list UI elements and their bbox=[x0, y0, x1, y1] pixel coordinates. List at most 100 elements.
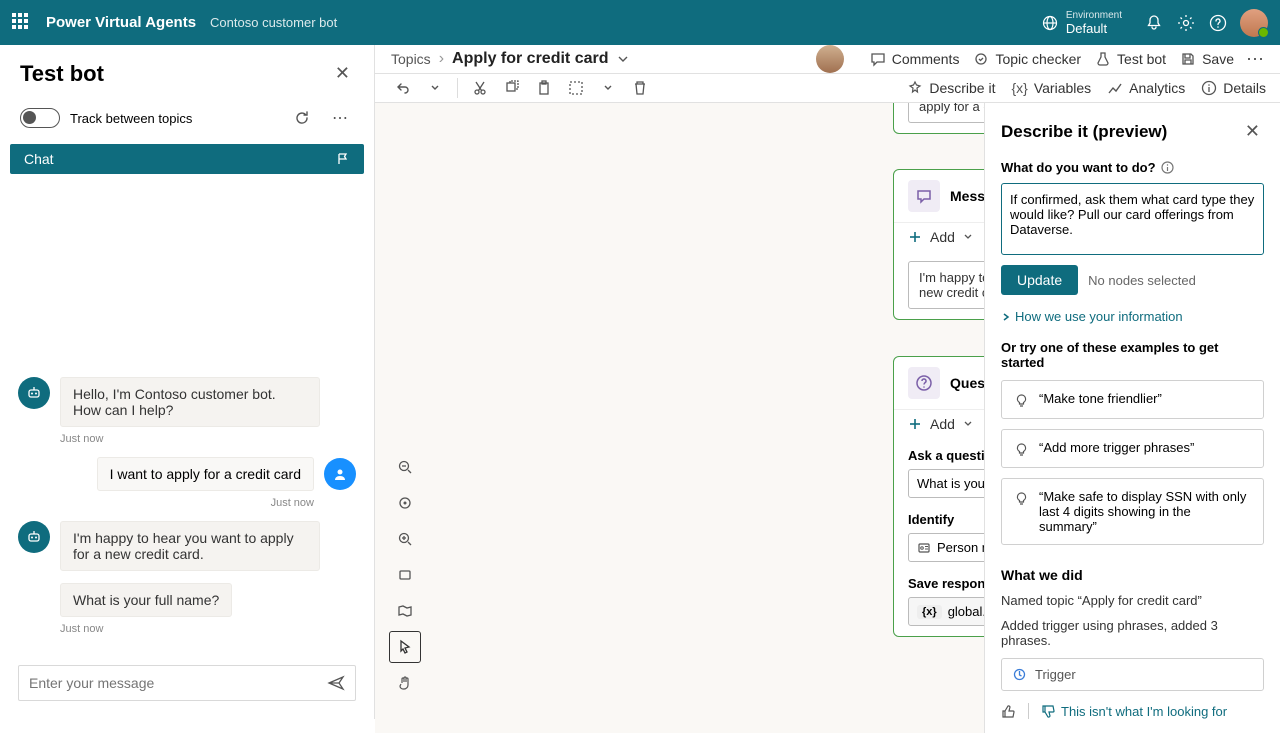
hand-tool-button[interactable] bbox=[389, 667, 421, 699]
identify-selector[interactable]: Person name bbox=[908, 533, 984, 562]
timestamp: Just now bbox=[60, 433, 356, 445]
feedback-no-button[interactable]: This isn't what I'm looking for bbox=[1041, 704, 1227, 719]
close-test-panel-button[interactable]: ✕ bbox=[331, 59, 354, 88]
analytics-button[interactable]: Analytics bbox=[1107, 80, 1185, 96]
details-button[interactable]: Details bbox=[1201, 80, 1266, 96]
message-node[interactable]: Message Text ⋮ Add I'm happy to hear you… bbox=[893, 169, 984, 320]
test-bot-button[interactable]: Test bot bbox=[1095, 51, 1166, 67]
bot-avatar-icon bbox=[18, 521, 50, 553]
notifications-icon[interactable] bbox=[1138, 7, 1170, 39]
delete-button[interactable] bbox=[626, 74, 654, 102]
save-button[interactable]: Save bbox=[1180, 51, 1234, 67]
describe-title: Describe it (preview) bbox=[1001, 122, 1241, 142]
waffle-icon[interactable] bbox=[12, 13, 32, 33]
chat-input[interactable] bbox=[29, 675, 327, 691]
reset-view-button[interactable] bbox=[389, 559, 421, 591]
message-icon bbox=[908, 180, 940, 212]
reset-button[interactable] bbox=[288, 104, 316, 132]
chat-input-row bbox=[18, 665, 356, 701]
prompt-label: What do you want to do? bbox=[1001, 160, 1264, 175]
ask-input[interactable]: What is your full name? bbox=[908, 469, 984, 498]
bot-name[interactable]: Contoso customer bot bbox=[210, 15, 337, 30]
presence-avatar[interactable] bbox=[816, 45, 844, 73]
undo-button[interactable] bbox=[389, 74, 417, 102]
trigger-card[interactable]: Trigger bbox=[1001, 658, 1264, 691]
chat-tab[interactable]: Chat bbox=[10, 144, 364, 174]
user-avatar-icon bbox=[324, 458, 356, 490]
info-link[interactable]: How we use your information bbox=[1001, 309, 1264, 324]
question-node[interactable]: Question Text ⋮ Add Ask a question What … bbox=[893, 356, 984, 637]
timestamp: Just now bbox=[18, 497, 314, 509]
chat-body: Hello, I'm Contoso customer bot. How can… bbox=[0, 174, 374, 657]
canvas-zoom-tools bbox=[389, 451, 421, 699]
update-button[interactable]: Update bbox=[1001, 265, 1078, 295]
zoom-in-button[interactable] bbox=[389, 523, 421, 555]
user-avatar[interactable] bbox=[1240, 9, 1268, 37]
undo-dropdown[interactable] bbox=[421, 74, 449, 102]
trigger-phrase: apply for a credit card bbox=[908, 103, 984, 123]
user-message: I want to apply for a credit card bbox=[97, 457, 314, 491]
app-title: Power Virtual Agents bbox=[46, 14, 196, 31]
example-suggestion[interactable]: “Add more trigger phrases” bbox=[1001, 429, 1264, 468]
environment-label: Environment bbox=[1066, 10, 1122, 22]
trigger-node[interactable]: apply for a credit card bbox=[893, 103, 984, 134]
ask-label: Ask a question bbox=[908, 448, 984, 463]
bot-message: I'm happy to hear you want to apply for … bbox=[60, 521, 320, 571]
flag-icon bbox=[336, 152, 350, 166]
fit-button[interactable] bbox=[389, 487, 421, 519]
describe-textarea[interactable] bbox=[1001, 183, 1264, 255]
topic-dropdown[interactable] bbox=[617, 53, 629, 65]
cut-button[interactable] bbox=[466, 74, 494, 102]
globe-icon bbox=[1042, 15, 1058, 31]
authoring-canvas[interactable]: apply for a credit card Message Text ⋮ A… bbox=[375, 103, 984, 733]
copy-button[interactable] bbox=[498, 74, 526, 102]
track-label: Track between topics bbox=[70, 111, 278, 126]
canvas-area: Topics › Apply for credit card Comments … bbox=[375, 45, 1280, 719]
paste-button[interactable] bbox=[530, 74, 558, 102]
bot-message: What is your full name? bbox=[60, 583, 232, 617]
add-button[interactable]: Add bbox=[894, 409, 984, 438]
describe-it-button[interactable]: Describe it bbox=[907, 80, 995, 96]
save-label: Save response as bbox=[908, 576, 984, 591]
variable-selector[interactable]: {x} global.fullName text bbox=[908, 597, 984, 626]
environment-value: Default bbox=[1066, 22, 1122, 36]
help-icon[interactable] bbox=[1202, 7, 1234, 39]
more-actions-button[interactable]: ⋯ bbox=[1246, 49, 1264, 70]
select-button[interactable] bbox=[562, 74, 590, 102]
what-we-did-title: What we did bbox=[1001, 567, 1264, 583]
no-nodes-label: No nodes selected bbox=[1088, 273, 1196, 288]
send-button[interactable] bbox=[327, 674, 345, 692]
examples-label: Or try one of these examples to get star… bbox=[1001, 340, 1264, 370]
timestamp: Just now bbox=[60, 623, 356, 635]
example-suggestion[interactable]: “Make safe to display SSN with only last… bbox=[1001, 478, 1264, 545]
app-header: Power Virtual Agents Contoso customer bo… bbox=[0, 0, 1280, 45]
comments-button[interactable]: Comments bbox=[870, 51, 960, 67]
did-item: Named topic “Apply for credit card” bbox=[1001, 593, 1264, 608]
track-toggle[interactable] bbox=[20, 108, 60, 128]
pointer-tool-button[interactable] bbox=[389, 631, 421, 663]
variables-button[interactable]: {x}Variables bbox=[1011, 80, 1091, 96]
environment-picker[interactable]: Environment Default bbox=[1042, 10, 1122, 36]
zoom-out-button[interactable] bbox=[389, 451, 421, 483]
did-item: Added trigger using phrases, added 3 phr… bbox=[1001, 618, 1264, 648]
question-icon bbox=[908, 367, 940, 399]
select-dropdown[interactable] bbox=[594, 74, 622, 102]
test-bot-title: Test bot bbox=[20, 61, 331, 87]
canvas-toolbar: Describe it {x}Variables Analytics Detai… bbox=[375, 74, 1280, 103]
settings-icon[interactable] bbox=[1170, 7, 1202, 39]
more-button[interactable]: ⋯ bbox=[326, 104, 354, 132]
example-suggestion[interactable]: “Make tone friendlier” bbox=[1001, 380, 1264, 419]
bot-avatar-icon bbox=[18, 377, 50, 409]
add-button[interactable]: Add bbox=[894, 222, 984, 251]
message-text[interactable]: I'm happy to hear you want to apply for … bbox=[908, 261, 984, 309]
topic-checker-button[interactable]: Topic checker bbox=[973, 51, 1081, 67]
describe-panel: Describe it (preview) ✕ What do you want… bbox=[984, 103, 1280, 733]
identify-label: Identify bbox=[908, 512, 984, 527]
bot-message: Hello, I'm Contoso customer bot. How can… bbox=[60, 377, 320, 427]
minimap-button[interactable] bbox=[389, 595, 421, 627]
info-icon[interactable] bbox=[1161, 161, 1174, 174]
breadcrumb-bar: Topics › Apply for credit card Comments … bbox=[375, 45, 1280, 74]
close-describe-button[interactable]: ✕ bbox=[1241, 117, 1264, 146]
breadcrumb-root[interactable]: Topics bbox=[391, 51, 431, 67]
thumbs-up-button[interactable] bbox=[1001, 704, 1016, 719]
